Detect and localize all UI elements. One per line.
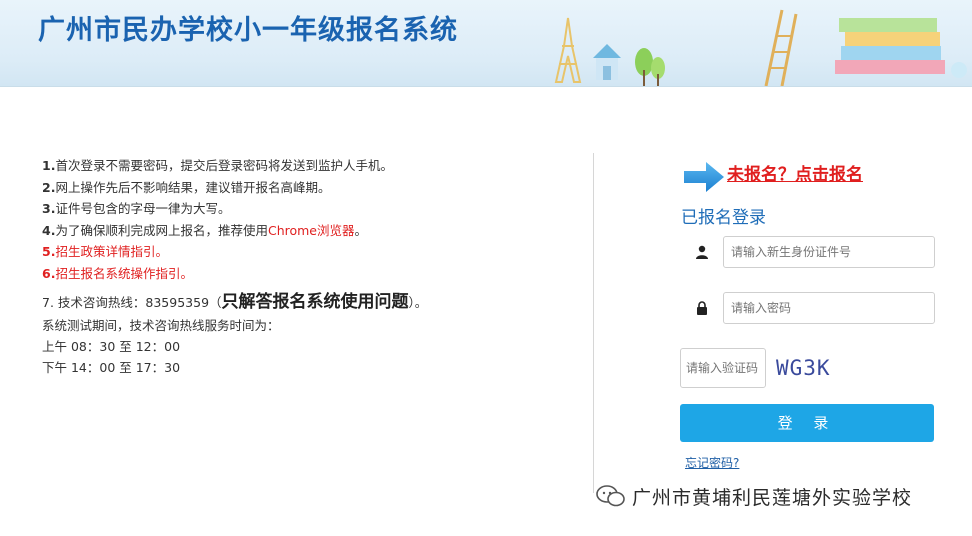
service-intro: 系统测试期间，技术咨询热线服务时间为： [42, 318, 280, 333]
tree-illustration [635, 48, 665, 86]
user-icon [681, 236, 723, 268]
house-illustration [593, 44, 621, 80]
arrow-right-icon [684, 162, 724, 192]
policy-guide-link[interactable]: 5.招生政策详情指引。 [42, 241, 562, 263]
operation-guide-link[interactable]: 6.招生报名系统操作指引。 [42, 263, 562, 285]
watermark: 广州市黄埔利民莲塘外实验学校 [596, 480, 956, 512]
login-button[interactable]: 登 录 [680, 404, 934, 442]
hotline-info: 7. 技术咨询热线：83595359（只解答报名系统使用问题）。 [42, 292, 428, 312]
captcha-input[interactable] [680, 348, 766, 388]
service-afternoon: 下午 14：00 至 17：30 [42, 360, 181, 375]
id-number-input[interactable] [723, 236, 935, 268]
wechat-icon [596, 485, 625, 507]
page-title: 广州市民办学校小一年级报名系统 [38, 15, 458, 46]
register-link[interactable]: 未报名？点击报名 [727, 160, 863, 185]
password-field-row [681, 292, 935, 324]
captcha-image[interactable]: WG3K [776, 354, 856, 382]
header-banner: 广州市民办学校小一年级报名系统 [0, 0, 972, 87]
notice-panel: 1.首次登录不需要密码，提交后登录密码将发送到监护人手机。 2.网上操作先后不影… [42, 155, 562, 378]
notice-item-4: 4.为了确保顺利完成网上报名，推荐使用Chrome浏览器。 [42, 222, 368, 238]
service-morning: 上午 08：30 至 12：00 [42, 339, 181, 354]
lock-icon [681, 292, 723, 324]
notice-item-1: 1.首次登录不需要密码，提交后登录密码将发送到监护人手机。 [42, 158, 393, 173]
login-heading: 已报名登录 [681, 208, 766, 228]
vertical-divider [593, 153, 594, 493]
notice-item-3: 3.证件号包含的字母一律为大写。 [42, 201, 231, 216]
eiffel-tower-illustration [554, 17, 582, 83]
books-illustration [835, 18, 967, 78]
id-field-row [681, 236, 935, 268]
ladder-illustration [764, 9, 798, 86]
chrome-browser-link[interactable]: Chrome浏览器 [268, 223, 355, 238]
notice-item-2: 2.网上操作先后不影响结果，建议错开报名高峰期。 [42, 179, 331, 195]
forgot-password-link[interactable]: 忘记密码? [685, 454, 739, 471]
password-input[interactable] [723, 292, 935, 324]
watermark-text: 广州市黄埔利民莲塘外实验学校 [632, 486, 913, 509]
